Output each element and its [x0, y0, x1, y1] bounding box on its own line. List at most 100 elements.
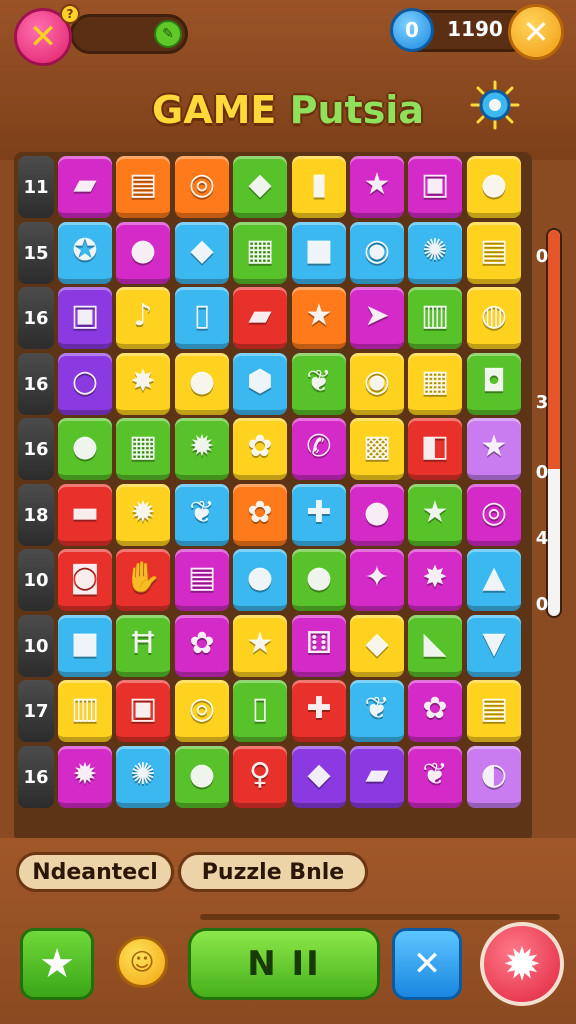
hand-icon: ✋ [124, 559, 162, 595]
progress-knob-icon[interactable]: ✎ [154, 20, 182, 48]
game-tile[interactable]: ◐ [467, 746, 521, 808]
game-tile[interactable]: ✹ [116, 484, 170, 546]
game-tile[interactable]: ◆ [233, 156, 287, 218]
game-tile[interactable]: ● [350, 484, 404, 546]
game-tile[interactable]: ✿ [408, 680, 462, 742]
game-tile[interactable]: ◘ [467, 353, 521, 415]
game-tile[interactable]: ▩ [350, 418, 404, 480]
game-tile[interactable]: ✿ [175, 615, 229, 677]
paint-splat-icon: ✸ [130, 363, 156, 399]
game-tile[interactable]: ✿ [233, 484, 287, 546]
game-tile[interactable]: ▦ [233, 222, 287, 284]
game-tile[interactable]: ★ [350, 156, 404, 218]
game-tile[interactable]: ◣ [408, 615, 462, 677]
game-tile[interactable]: ◎ [175, 156, 229, 218]
game-tile[interactable]: ✹ [58, 746, 112, 808]
game-tile[interactable]: ✹ [175, 418, 229, 480]
game-tile[interactable]: ▤ [467, 680, 521, 742]
game-tile[interactable]: ❦ [292, 353, 346, 415]
mode-button-left[interactable]: Ndeantecl [16, 852, 174, 892]
row-label: 11 [18, 156, 54, 218]
game-tile[interactable]: ◎ [175, 680, 229, 742]
game-tile[interactable]: ◆ [350, 615, 404, 677]
game-tile[interactable]: ◆ [292, 746, 346, 808]
game-tile[interactable]: ✸ [408, 549, 462, 611]
can-icon: ▯ [251, 690, 269, 726]
settings-button[interactable]: ✹ [480, 922, 564, 1006]
cancel-button[interactable]: ✕ [392, 928, 462, 1000]
exit-button[interactable]: ✕ [508, 4, 564, 60]
game-tile[interactable]: ● [467, 156, 521, 218]
game-tile[interactable]: ▯ [233, 680, 287, 742]
game-tile[interactable]: ◧ [408, 418, 462, 480]
game-tile[interactable]: ■ [292, 222, 346, 284]
game-tile[interactable]: ★ [233, 615, 287, 677]
game-tile[interactable]: ▥ [58, 680, 112, 742]
game-tile[interactable]: ▣ [116, 680, 170, 742]
game-tile[interactable]: ◙ [58, 549, 112, 611]
game-tile[interactable]: ➤ [350, 287, 404, 349]
game-tile[interactable]: ▰ [233, 287, 287, 349]
game-tile[interactable]: ✺ [408, 222, 462, 284]
game-tile[interactable]: ✸ [116, 353, 170, 415]
game-tile[interactable]: ▣ [58, 287, 112, 349]
game-tile[interactable]: ▤ [467, 222, 521, 284]
game-tile[interactable]: ◎ [467, 484, 521, 546]
game-tile[interactable]: ▼ [467, 615, 521, 677]
star-icon: ★ [363, 166, 391, 202]
game-tile[interactable]: ● [116, 222, 170, 284]
card-icon: ▦ [420, 363, 450, 399]
game-tile[interactable]: ▲ [467, 549, 521, 611]
game-tile[interactable]: ♪ [116, 287, 170, 349]
game-tile[interactable]: ❦ [350, 680, 404, 742]
game-tile[interactable]: ● [58, 418, 112, 480]
game-tile[interactable]: ✋ [116, 549, 170, 611]
game-tile[interactable]: ● [233, 549, 287, 611]
coin-shop-button[interactable]: ☺ [116, 936, 168, 988]
favorite-button[interactable]: ★ [20, 928, 94, 1000]
game-tile[interactable]: ▮ [292, 156, 346, 218]
game-tile[interactable]: ▰ [58, 156, 112, 218]
mode-button-right[interactable]: Puzzle Bnle [178, 852, 368, 892]
game-tile[interactable]: ✿ [233, 418, 287, 480]
game-tile[interactable]: ⚅ [292, 615, 346, 677]
game-tile[interactable]: ★ [408, 484, 462, 546]
game-tile[interactable]: ▰ [350, 746, 404, 808]
game-tile[interactable]: ✚ [292, 484, 346, 546]
game-tile[interactable]: ▥ [408, 287, 462, 349]
game-tile[interactable]: ✪ [58, 222, 112, 284]
game-tile[interactable]: ❦ [408, 746, 462, 808]
radio-icon: ▣ [128, 690, 158, 726]
game-tile[interactable]: ▤ [175, 549, 229, 611]
game-tile[interactable]: ⬢ [233, 353, 287, 415]
game-tile[interactable]: ★ [467, 418, 521, 480]
game-tile[interactable]: ◍ [467, 287, 521, 349]
game-tile[interactable]: ▯ [175, 287, 229, 349]
cross-icon: ✚ [306, 494, 332, 530]
game-tile[interactable]: ○ [58, 353, 112, 415]
game-tile[interactable]: ● [175, 746, 229, 808]
game-tile[interactable]: ✚ [292, 680, 346, 742]
game-tile[interactable]: ▣ [408, 156, 462, 218]
game-tile[interactable]: ♀ [233, 746, 287, 808]
game-tile[interactable]: ◆ [175, 222, 229, 284]
game-tile[interactable]: ★ [292, 287, 346, 349]
game-tile[interactable]: ▦ [116, 418, 170, 480]
game-tile[interactable]: ● [175, 353, 229, 415]
game-tile[interactable]: ✦ [350, 549, 404, 611]
play-button[interactable]: N II [188, 928, 380, 1000]
game-tile[interactable]: ● [292, 549, 346, 611]
game-tile[interactable]: ▤ [116, 156, 170, 218]
magnifier-icon: ◎ [188, 690, 216, 726]
game-tile[interactable]: ✆ [292, 418, 346, 480]
bell-icon: ● [188, 756, 216, 792]
game-tile[interactable]: ▦ [408, 353, 462, 415]
game-tile[interactable]: ✺ [116, 746, 170, 808]
game-tile[interactable]: ◉ [350, 222, 404, 284]
game-tile[interactable]: ▬ [58, 484, 112, 546]
game-tile[interactable]: Ħ [116, 615, 170, 677]
game-tile[interactable]: ■ [58, 615, 112, 677]
help-badge[interactable]: ? [60, 4, 80, 24]
game-tile[interactable]: ◉ [350, 353, 404, 415]
game-tile[interactable]: ❦ [175, 484, 229, 546]
